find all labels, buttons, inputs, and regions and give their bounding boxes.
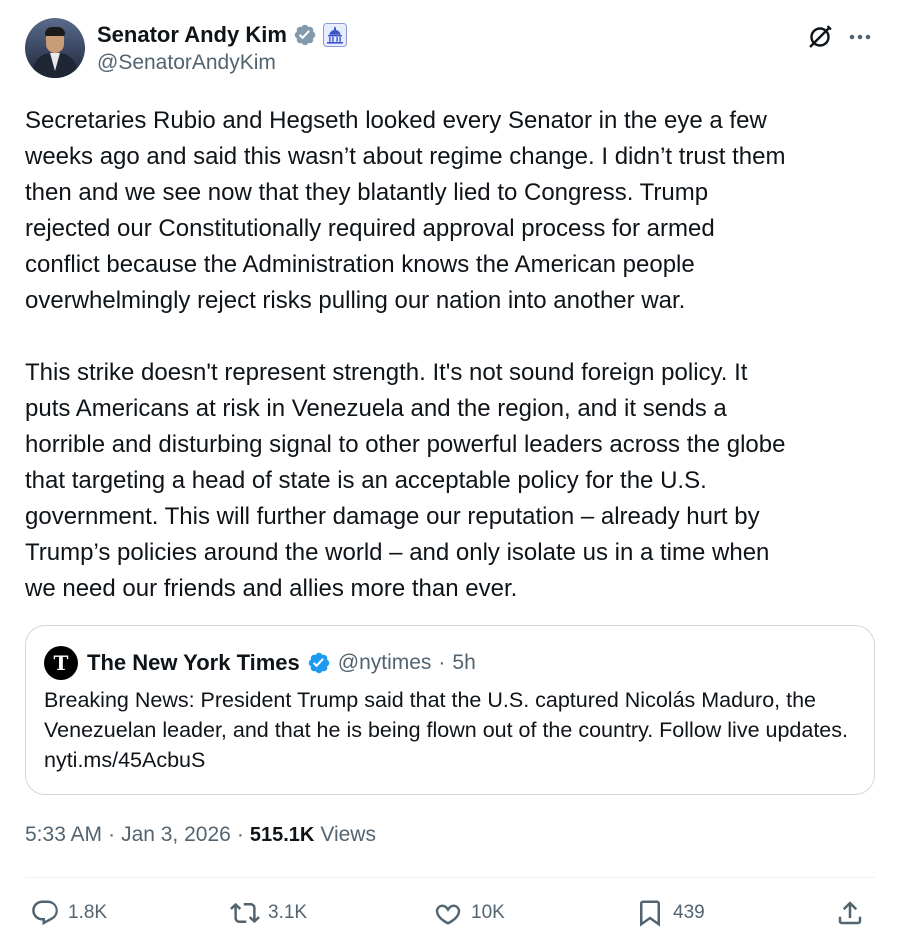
quoted-author-handle: @nytimes bbox=[337, 651, 432, 674]
verified-gray-badge-icon[interactable] bbox=[293, 23, 317, 47]
quoted-tweet-text: Breaking News: President Trump said that… bbox=[44, 688, 848, 772]
share-icon bbox=[838, 901, 862, 925]
bookmark-count: 439 bbox=[673, 902, 705, 923]
like-button[interactable]: 10K bbox=[433, 893, 505, 933]
tweet-header: Senator Andy Kim @SenatorAndyKim bbox=[25, 18, 875, 82]
author-display-name[interactable]: Senator Andy Kim bbox=[97, 22, 287, 48]
nyt-avatar: T bbox=[44, 646, 78, 680]
author-handle[interactable]: @SenatorAndyKim bbox=[97, 51, 276, 75]
more-dots-icon bbox=[849, 34, 871, 40]
more-options-button[interactable] bbox=[845, 22, 875, 52]
quoted-tweet[interactable]: T The New York Times @nytimes · 5h Break… bbox=[25, 625, 875, 795]
quoted-separator: · bbox=[438, 651, 446, 674]
tweet-time[interactable]: 5:33 AM bbox=[25, 823, 102, 847]
quoted-timestamp: 5h bbox=[452, 651, 476, 674]
tweet-text: Secretaries Rubio and Hegseth looked eve… bbox=[25, 107, 786, 602]
grok-button[interactable] bbox=[805, 22, 835, 52]
grok-icon bbox=[809, 25, 832, 48]
meta-separator: · bbox=[236, 823, 244, 846]
views-count[interactable]: 515.1K bbox=[250, 824, 315, 847]
bookmark-icon bbox=[640, 900, 660, 927]
actions-divider bbox=[25, 877, 875, 878]
quoted-author-name: The New York Times bbox=[87, 650, 300, 675]
tweet-meta: 5:33 AM · Jan 3, 2026 · 515.1K Views bbox=[25, 818, 376, 852]
repost-button[interactable]: 3.1K bbox=[230, 893, 307, 933]
author-name-row: Senator Andy Kim bbox=[97, 20, 347, 50]
author-avatar[interactable] bbox=[25, 18, 85, 78]
heart-icon bbox=[435, 904, 461, 925]
repost-count: 3.1K bbox=[268, 902, 308, 923]
verified-blue-badge-icon bbox=[307, 651, 331, 675]
reply-button[interactable]: 1.8K bbox=[30, 893, 107, 933]
bookmark-button[interactable]: 439 bbox=[635, 893, 705, 933]
repost-icon bbox=[230, 902, 260, 924]
reply-icon bbox=[32, 900, 58, 926]
views-label: Views bbox=[320, 823, 376, 846]
share-button[interactable] bbox=[835, 893, 865, 933]
avatar-hair bbox=[45, 27, 65, 36]
capitol-icon[interactable] bbox=[322, 23, 347, 47]
quoted-tweet-header: T The New York Times @nytimes · 5h bbox=[44, 646, 476, 680]
tweet-date[interactable]: Jan 3, 2026 bbox=[121, 823, 231, 847]
like-count: 10K bbox=[471, 902, 505, 923]
reply-count: 1.8K bbox=[68, 902, 108, 923]
meta-separator: · bbox=[108, 823, 116, 846]
tweet-actions: 1.8K 3.1K 10K 439 bbox=[25, 893, 875, 933]
